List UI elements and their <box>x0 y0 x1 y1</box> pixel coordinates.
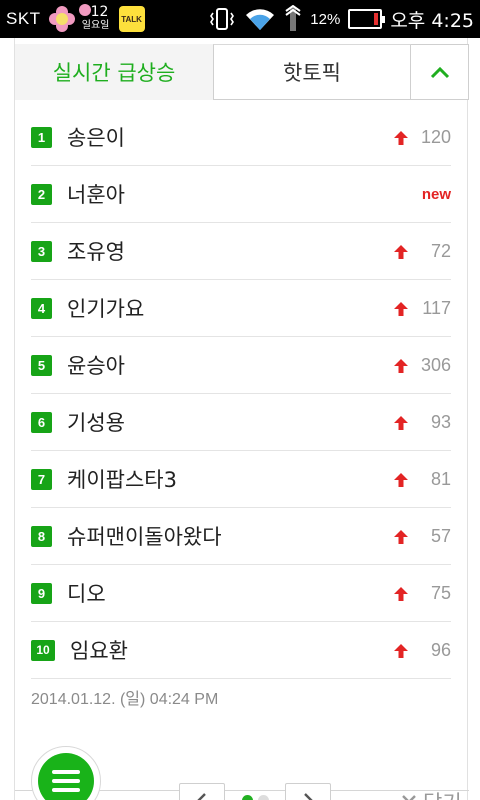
keyword-text: 케이팝스타3 <box>67 468 177 492</box>
keyword-row[interactable]: 3 조유영 72 <box>31 223 451 280</box>
keyword-text: 너훈아 <box>67 183 125 207</box>
rank-badge: 9 <box>31 582 52 604</box>
updated-timestamp: 2014.01.12. (일) 04:24 PM <box>31 691 219 708</box>
keyword-row[interactable]: 9 디오 75 <box>31 565 451 622</box>
close-label: 닫기 <box>423 787 462 800</box>
rank-badge: 10 <box>31 639 55 661</box>
chevron-left-icon <box>197 793 206 800</box>
rank-badge: 1 <box>31 126 52 148</box>
rank-badge: 6 <box>31 411 52 433</box>
rank-change: 96 <box>393 622 451 679</box>
prev-page-button[interactable] <box>179 783 225 800</box>
keyword-row[interactable]: 4 인기가요 117 <box>31 280 451 337</box>
rank-badge: 7 <box>31 468 52 490</box>
arrow-up-icon <box>394 301 408 316</box>
change-value: 306 <box>420 355 451 375</box>
rank-badge: 8 <box>31 525 52 547</box>
change-value: 93 <box>430 412 451 432</box>
kakaotalk-icon: TALK <box>118 6 145 32</box>
change-value: 75 <box>430 583 451 603</box>
keyword-row[interactable]: 6 기성용 93 <box>31 394 451 451</box>
rank-change: 81 <box>393 451 451 508</box>
rank-change: 75 <box>393 565 451 622</box>
change-value: 96 <box>430 640 451 660</box>
keyword-row[interactable]: 8 슈퍼맨이돌아왔다 57 <box>31 508 451 565</box>
close-button[interactable]: 닫기 <box>401 787 462 800</box>
wifi-icon <box>246 9 275 31</box>
keyword-text: 조유영 <box>67 240 125 264</box>
calendar-icon: 12 일요일 <box>78 4 113 34</box>
tab-hot-topic[interactable]: 핫토픽 <box>213 44 411 100</box>
arrow-up-icon <box>394 244 408 259</box>
change-value: 72 <box>430 241 451 261</box>
status-bar: SKT 12 일요일 TALK 12% 오후 4:25 <box>0 0 480 38</box>
rank-badge: 4 <box>31 297 52 319</box>
arrow-up-icon <box>394 643 408 658</box>
vibrate-icon <box>210 8 235 30</box>
chevron-right-icon <box>304 793 313 800</box>
hamburger-menu-icon <box>52 770 80 792</box>
change-value: 120 <box>420 127 451 147</box>
rank-badge: 2 <box>31 183 52 205</box>
battery-icon <box>348 9 386 29</box>
keyword-text: 디오 <box>67 582 106 606</box>
carrier-label: SKT <box>6 9 41 28</box>
rank-badge: 3 <box>31 240 52 262</box>
keyword-text: 슈퍼맨이돌아왔다 <box>67 525 222 549</box>
keyword-list: 1 송은이 120 2 너훈아 new 3 조유영 72 4 인기가요 117 5 윤승아 306 6 기성용 9… <box>31 109 451 679</box>
arrow-up-icon <box>394 472 408 487</box>
next-page-button[interactable] <box>285 783 331 800</box>
keyword-text: 인기가요 <box>67 297 145 321</box>
keyword-text: 기성용 <box>67 411 125 435</box>
change-value: 57 <box>430 526 451 546</box>
rank-change: 93 <box>393 394 451 451</box>
rank-change: 72 <box>393 223 451 280</box>
keyword-row[interactable]: 1 송은이 120 <box>31 109 451 166</box>
keyword-row[interactable]: 10 임요환 96 <box>31 622 451 679</box>
rank-change: new <box>422 166 451 223</box>
menu-button[interactable] <box>31 746 101 800</box>
flower-app-icon <box>48 6 75 32</box>
rank-badge: 5 <box>31 354 52 376</box>
arrow-up-icon <box>393 130 408 145</box>
arrow-up-icon <box>394 415 408 430</box>
page-dot <box>241 794 253 800</box>
keyword-text: 윤승아 <box>67 354 125 378</box>
rank-change: 120 <box>393 109 451 166</box>
trending-panel: 실시간 급상승 핫토픽 1 송은이 120 2 너훈아 new 3 조유영 72 4 인기가요 117… <box>14 38 469 800</box>
keyword-row[interactable]: 5 윤승아 306 <box>31 337 451 394</box>
rank-change: 117 <box>393 280 451 337</box>
calendar-day: 일요일 <box>81 20 110 31</box>
pager <box>179 783 331 800</box>
arrow-up-icon <box>394 586 408 601</box>
change-value: 81 <box>430 469 451 489</box>
rank-change: 306 <box>393 337 451 394</box>
keyword-text: 송은이 <box>67 126 125 150</box>
keyword-text: 임요환 <box>70 639 128 663</box>
rank-change: 57 <box>393 508 451 565</box>
data-signal-icon <box>285 5 301 31</box>
collapse-button[interactable] <box>411 44 469 100</box>
new-badge: new <box>421 186 451 203</box>
arrow-up-icon <box>394 529 408 544</box>
battery-percent: 12% <box>310 10 341 28</box>
tab-realtime[interactable]: 실시간 급상승 <box>15 44 213 100</box>
page-indicator <box>225 794 285 800</box>
arrow-up-icon <box>393 358 408 373</box>
close-x-icon <box>402 795 416 800</box>
clock: 오후 4:25 <box>390 9 474 32</box>
calendar-date: 12 <box>90 4 109 20</box>
chevron-up-icon <box>430 66 449 79</box>
change-value: 117 <box>422 298 451 318</box>
page-dot <box>257 794 269 800</box>
keyword-row[interactable]: 7 케이팝스타3 81 <box>31 451 451 508</box>
keyword-row[interactable]: 2 너훈아 new <box>31 166 451 223</box>
tab-bar: 실시간 급상승 핫토픽 <box>15 44 469 100</box>
